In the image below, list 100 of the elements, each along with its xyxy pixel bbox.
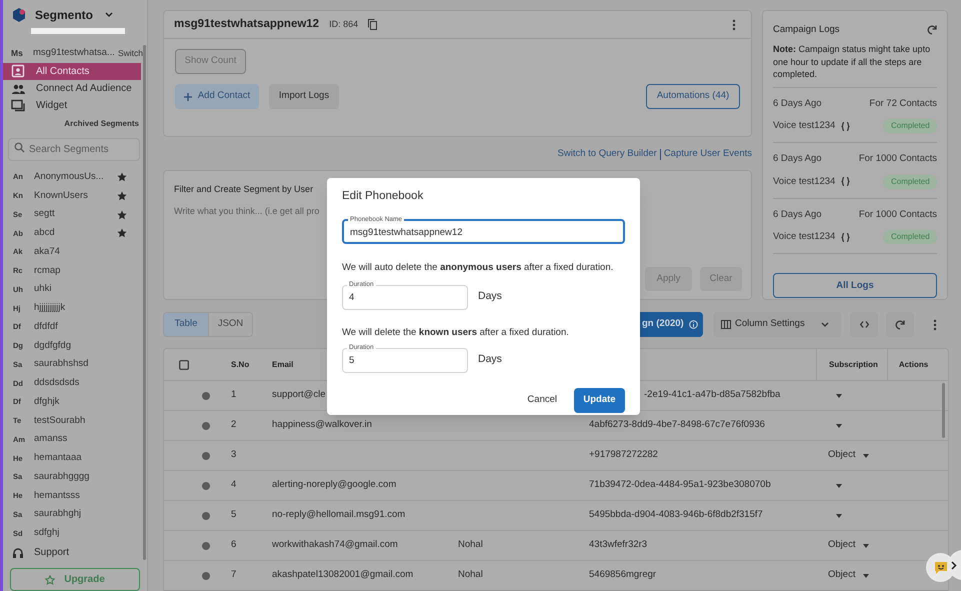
scrollbar[interactable] (942, 383, 945, 438)
caret-down-icon[interactable] (836, 394, 842, 398)
segment-initials: Ms (11, 47, 24, 60)
automations-button[interactable]: Automations (44) (646, 84, 740, 109)
text-link[interactable]: Capture User Events (664, 146, 752, 162)
filter-title: Filter and Create Segment by User (174, 183, 314, 196)
chevron-down-icon[interactable] (105, 12, 114, 18)
refresh-icon[interactable] (927, 25, 937, 36)
caret-down-icon[interactable] (836, 514, 842, 518)
table-cell-text: akashpatel13082001@gmail.com (272, 568, 414, 582)
column-header: Actions (887, 349, 939, 380)
view-tab[interactable]: JSON (208, 313, 252, 336)
search-field[interactable]: Search Segments (8, 138, 140, 161)
refresh-button[interactable] (886, 312, 914, 337)
checkbox[interactable] (179, 360, 189, 370)
caret-down-icon[interactable] (863, 454, 870, 458)
kebab-menu-icon[interactable] (732, 18, 736, 30)
description-text: We will auto delete the anonymous users after a fixed duration. (342, 261, 614, 276)
archived-segments-link[interactable]: Archived Segments (64, 118, 139, 130)
code-icon (860, 321, 868, 328)
table-cell-text: 5495bbda-d904-4083-946b-6f8db2f315f7 (589, 508, 763, 522)
logo-icon (11, 7, 27, 23)
table-cell-text: 5469856mgregr (589, 568, 656, 582)
caret-down-icon[interactable] (836, 424, 842, 428)
log-time: 6 Days Ago (773, 152, 822, 166)
columns-icon (721, 320, 731, 329)
campaign-name: Voice test1234 (773, 174, 836, 188)
refresh-icon (895, 320, 905, 330)
kebab-menu-icon[interactable] (933, 319, 937, 331)
table-cell-text: support@cle (272, 388, 326, 402)
table-cell-text: -2e19-41c1-a47b-d85a7582bfba (644, 388, 780, 402)
segment-count-button[interactable]: gn (2020) (640, 312, 703, 337)
contact-card-icon (11, 64, 25, 78)
table-cell-text: 7 (231, 568, 236, 582)
table-cell-text: no-reply@hellomail.msg91.com (272, 508, 406, 522)
import-logs-button[interactable]: Import Logs (269, 84, 339, 109)
table-cell-text: Nohal (458, 538, 483, 552)
table-cell-text: Nohal (458, 568, 483, 582)
search-icon (14, 142, 25, 153)
table-cell-text: alerting-noreply@google.com (272, 478, 396, 492)
braces-icon[interactable] (841, 177, 850, 186)
add-contact-button[interactable]: Add Contact (175, 84, 259, 109)
nav-item[interactable]: All Contacts (3, 62, 141, 80)
chevron-right-icon (951, 560, 957, 570)
caret-down-icon[interactable] (863, 574, 870, 578)
table-cell-text: happiness@walkover.in (272, 418, 372, 432)
all-logs-button[interactable]: All Logs (773, 273, 937, 298)
star-outline-icon (45, 574, 56, 585)
current-segment-name: msg91testwhatsa... (33, 46, 115, 60)
unit-label: Days (478, 289, 502, 304)
caret-down-icon[interactable] (836, 484, 842, 488)
dialog-title: Edit Phonebook (342, 189, 424, 204)
query-input-placeholder[interactable]: Write what you think... (i.e get all pro (174, 204, 320, 218)
table-cell-text: Object (828, 448, 856, 462)
cancel-button[interactable]: Cancel (524, 388, 560, 412)
braces-icon[interactable] (841, 232, 850, 242)
description-text: We will delete the known users after a fixed duration. (342, 326, 570, 340)
switch-link[interactable]: Switch (118, 47, 143, 60)
copy-icon[interactable] (368, 19, 378, 30)
phonebook-title: msg91testwhatsappnew12 (174, 16, 320, 32)
log-contacts: For 72 Contacts (869, 96, 937, 111)
text-link[interactable]: Switch to Query Builder (558, 146, 657, 162)
app-name: Segmento (35, 7, 94, 24)
campaign-name: Voice test1234 (773, 230, 836, 244)
table-cell-text: 6 (231, 538, 236, 552)
braces-icon[interactable] (841, 122, 850, 131)
status-badge: Completed (883, 119, 937, 134)
log-contacts: For 1000 Contacts (858, 152, 937, 166)
table-cell-text: workwithakash74@gmail.com (272, 538, 398, 552)
panel-title: Campaign Logs (773, 23, 840, 37)
caret-down-icon[interactable] (863, 544, 870, 548)
note-text: Note: Campaign status might take upto one hour to update if all the steps are completed. (773, 43, 937, 88)
table-cell-text: 71b39472-0dea-4484-95a1-923be308070b (589, 478, 771, 492)
column-header: Subscription (816, 349, 887, 380)
column-settings-button[interactable]: Column Settings (713, 312, 841, 337)
table-cell-text: 3 (231, 448, 236, 462)
unit-label: Days (478, 352, 502, 368)
table-cell-text: Object (828, 568, 856, 582)
view-tab[interactable]: Table (164, 313, 208, 336)
column-header: S.No (231, 358, 250, 370)
support-item[interactable]: Support (3, 544, 141, 562)
table-cell-text: 5 (231, 508, 236, 522)
log-time: 6 Days Ago (773, 208, 822, 222)
nav-item[interactable]: Widget (3, 97, 141, 115)
log-contacts: For 1000 Contacts (858, 208, 937, 222)
table-cell-text: +917987272282 (589, 448, 658, 462)
table-cell-text: Object (828, 538, 856, 552)
table-cell-text: 2 (231, 418, 236, 432)
code-view-button[interactable] (850, 312, 878, 337)
phonebook-id: ID: 864 (329, 18, 358, 31)
chat-window-icon (11, 98, 25, 113)
table-cell-text: 43t3wfefr32r3 (589, 538, 648, 552)
table-cell-text: 4 (231, 478, 236, 492)
update-button[interactable]: Update (574, 388, 625, 413)
chevron-down-icon (821, 322, 829, 328)
log-time: 6 Days Ago (773, 96, 822, 111)
smiley-chat-icon (934, 561, 948, 574)
headset-icon (12, 546, 24, 559)
nav-item[interactable]: Connect Ad Audience (3, 80, 141, 98)
campaign-name: Voice test1234 (773, 119, 836, 133)
